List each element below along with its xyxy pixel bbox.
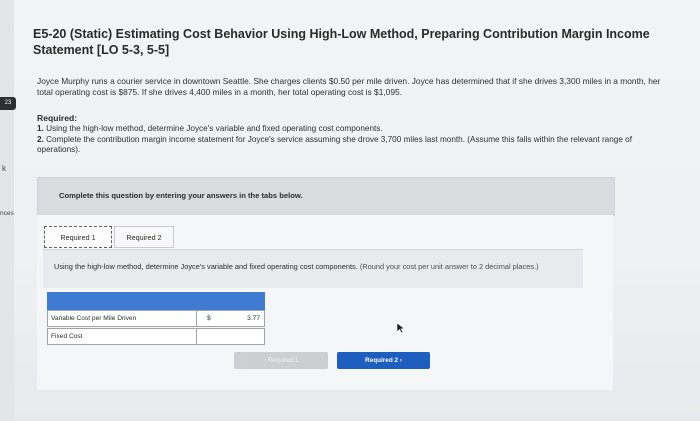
row-label: Fixed Cost [51,333,83,340]
side-timer-badge: 23 [0,97,16,110]
required-item-1: 1. Using the high-low method, determine … [37,124,667,135]
table-row-fixed-cost: Fixed Cost [47,328,265,345]
mouse-cursor-icon [396,322,406,334]
required-heading: Required: [37,113,78,123]
side-label-k: k [2,164,6,173]
page-title: E5-20 (Static) Estimating Cost Behavior … [33,27,650,57]
table-row-variable-cost: Variable Cost per Mile Driven $ 3.77 [47,310,265,327]
previous-required-button[interactable]: ‹ Required 1 [234,352,328,369]
next-required-button[interactable]: Required 2 › [337,352,430,369]
tab-instruction-text: Using the high-low method, determine Joy… [54,262,574,271]
table-header [47,292,265,310]
instruction-hint: (Round your cost per unit answer to 2 de… [359,262,539,271]
banner-text: Complete this question by entering your … [59,191,303,200]
tab-required-2[interactable]: Required 2 [114,226,174,248]
required-item-text: Using the high-low method, determine Joy… [46,124,383,133]
instruction-banner: Complete this question by entering your … [37,177,615,216]
instruction-main: Using the high-low method, determine Joy… [54,262,358,271]
required-list: 1. Using the high-low method, determine … [37,124,667,156]
required-item-number: 1. [37,124,44,133]
required-item-text: Complete the contribution margin income … [37,134,633,155]
tab-required-1[interactable]: Required 1 [44,226,112,248]
row-label: Variable Cost per Mile Driven [51,315,137,322]
required-item-2: 2. Complete the contribution margin inco… [37,135,667,156]
tab-instruction-box: Using the high-low method, determine Joy… [43,249,583,288]
required-item-number: 2. [37,134,44,144]
side-label-references[interactable]: nces [0,210,14,217]
variable-cost-input[interactable]: 3.77 [247,311,260,326]
cell-divider [196,329,197,344]
page: 23 k nces E5-20 (Static) Estimating Cost… [0,0,700,421]
currency-symbol: $ [207,315,211,322]
problem-intro: Joyce Murphy runs a courier service in d… [37,76,661,97]
cell-divider [196,311,197,326]
